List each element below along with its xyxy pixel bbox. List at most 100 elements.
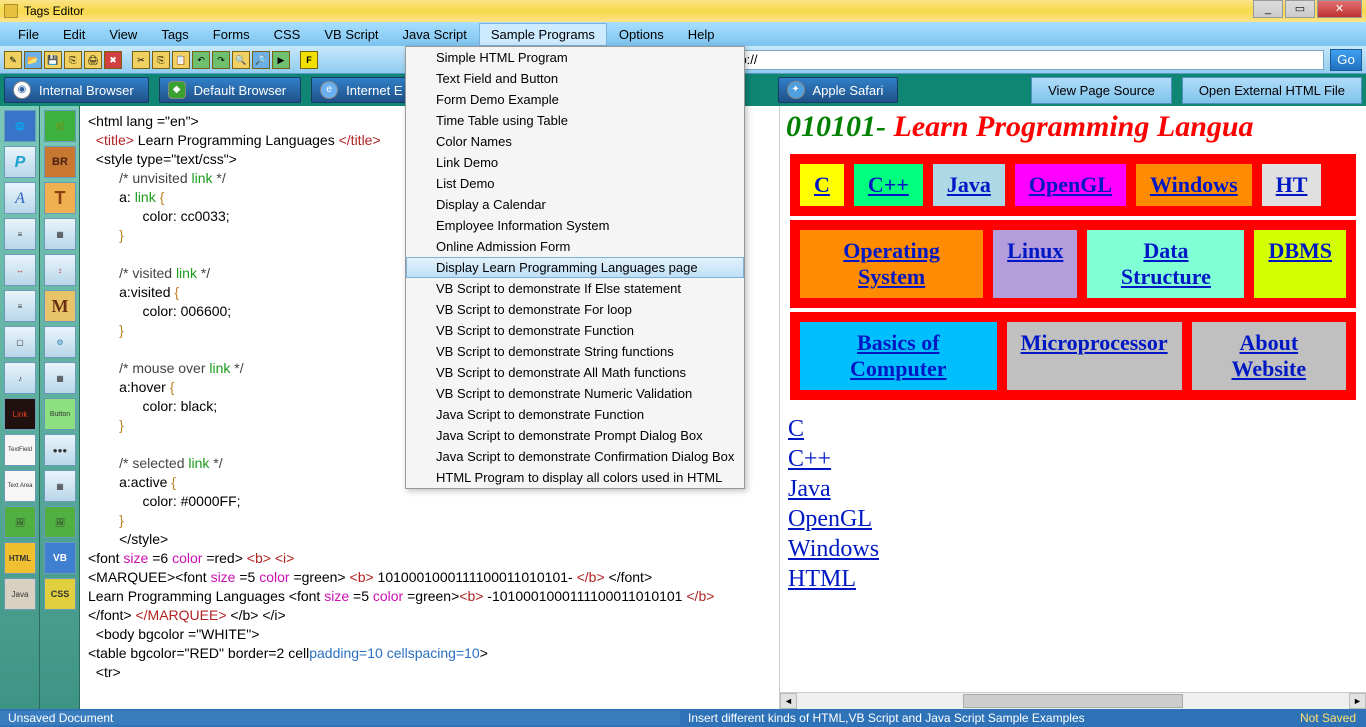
tab-internal-browser[interactable]: ◉Internal Browser [4, 77, 149, 103]
palette-button-icon[interactable]: Button [44, 398, 76, 430]
maximize-button[interactable]: ▭ [1285, 0, 1315, 18]
menuitem-java-script-to-demonstrate-function[interactable]: Java Script to demonstrate Function [406, 404, 744, 425]
tab-default-browser[interactable]: ◆Default Browser [159, 77, 301, 103]
menuitem-text-field-and-button[interactable]: Text Field and Button [406, 68, 744, 89]
palette--icon[interactable]: ⚙ [44, 326, 76, 358]
menuitem-employee-information-system[interactable]: Employee Information System [406, 215, 744, 236]
palette-link-icon[interactable]: Link [4, 398, 36, 430]
menuitem-vb-script-to-demonstrate-function[interactable]: VB Script to demonstrate Function [406, 320, 744, 341]
menuitem-display-learn-programming-languages-page[interactable]: Display Learn Programming Languages page [406, 257, 744, 278]
menuitem-time-table-using-table[interactable]: Time Table using Table [406, 110, 744, 131]
palette-a-icon[interactable]: A [4, 182, 36, 214]
font-icon[interactable]: F [300, 51, 318, 69]
palette--icon[interactable]: ↔ [4, 254, 36, 286]
menu-vb-script[interactable]: VB Script [312, 23, 390, 46]
menuitem-list-demo[interactable]: List Demo [406, 173, 744, 194]
menuitem-link-demo[interactable]: Link Demo [406, 152, 744, 173]
palette--icon[interactable]: ≡ [4, 218, 36, 250]
topic-ht[interactable]: HT [1262, 164, 1322, 206]
link-c[interactable]: C [788, 414, 1358, 444]
palette-html-icon[interactable]: HTML [4, 542, 36, 574]
menuitem-display-a-calendar[interactable]: Display a Calendar [406, 194, 744, 215]
scroll-left-icon[interactable]: ◄ [780, 693, 797, 709]
redo-icon[interactable]: ↷ [212, 51, 230, 69]
menuitem-simple-html-program[interactable]: Simple HTML Program [406, 47, 744, 68]
palette--icon[interactable]: ▢ [4, 326, 36, 358]
palette--icon[interactable]: ▦ [44, 218, 76, 250]
link-java[interactable]: Java [788, 474, 1358, 504]
topic-about-website[interactable]: About Website [1192, 322, 1346, 390]
menu-edit[interactable]: Edit [51, 23, 97, 46]
palette-textfield-icon[interactable]: TextField [4, 434, 36, 466]
topic-java[interactable]: Java [933, 164, 1005, 206]
topic-windows[interactable]: Windows [1136, 164, 1252, 206]
topic-basics-of-computer[interactable]: Basics of Computer [800, 322, 997, 390]
topic-c[interactable]: C [800, 164, 844, 206]
menuitem-vb-script-to-demonstrate-numeric-validat[interactable]: VB Script to demonstrate Numeric Validat… [406, 383, 744, 404]
address-input[interactable] [718, 50, 1324, 70]
menuitem-online-admission-form[interactable]: Online Admission Form [406, 236, 744, 257]
save-icon[interactable]: 💾 [44, 51, 62, 69]
palette--icon[interactable]: 🌐 [4, 110, 36, 142]
palette--icon[interactable]: 🌿 [44, 110, 76, 142]
delete-icon[interactable]: ✖ [104, 51, 122, 69]
menuitem-vb-script-to-demonstrate-string-function[interactable]: VB Script to demonstrate String function… [406, 341, 744, 362]
menuitem-vb-script-to-demonstrate-all-math-functi[interactable]: VB Script to demonstrate All Math functi… [406, 362, 744, 383]
new-icon[interactable]: ✎ [4, 51, 22, 69]
menuitem-vb-script-to-demonstrate-if-else-stateme[interactable]: VB Script to demonstrate If Else stateme… [406, 278, 744, 299]
saveall-icon[interactable]: ⎘ [64, 51, 82, 69]
palette-java-icon[interactable]: Java [4, 578, 36, 610]
view-page-source-button[interactable]: View Page Source [1031, 77, 1172, 104]
palette--icon[interactable]: ▦ [44, 362, 76, 394]
link-opengl[interactable]: OpenGL [788, 504, 1358, 534]
menuitem-color-names[interactable]: Color Names [406, 131, 744, 152]
link-c[interactable]: C++ [788, 444, 1358, 474]
close-button[interactable]: ✕ [1317, 0, 1362, 18]
menu-css[interactable]: CSS [262, 23, 313, 46]
palette-vb-icon[interactable]: VB [44, 542, 76, 574]
topic-microprocessor[interactable]: Microprocessor [1007, 322, 1182, 390]
palette-t-icon[interactable]: T [44, 182, 76, 214]
palette--icon[interactable]: ≡ [4, 290, 36, 322]
open-external-file-button[interactable]: Open External HTML File [1182, 77, 1362, 104]
horizontal-scrollbar[interactable]: ◄ ► [780, 692, 1366, 709]
menu-java-script[interactable]: Java Script [391, 23, 479, 46]
menuitem-form-demo-example[interactable]: Form Demo Example [406, 89, 744, 110]
zoom-icon[interactable]: 🔎 [252, 51, 270, 69]
link-windows[interactable]: Windows [788, 534, 1358, 564]
scroll-thumb[interactable] [963, 694, 1184, 708]
menuitem-java-script-to-demonstrate-confirmation-[interactable]: Java Script to demonstrate Confirmation … [406, 446, 744, 467]
tab-apple-safari[interactable]: ✦Apple Safari [778, 77, 899, 103]
topic-operating-system[interactable]: Operating System [800, 230, 983, 298]
palette--icon[interactable]: ↕ [44, 254, 76, 286]
palette-textarea-icon[interactable]: Text Area [4, 470, 36, 502]
palette--icon[interactable]: ♪ [4, 362, 36, 394]
palette--icon[interactable]: 🖼 [4, 506, 36, 538]
cut-icon[interactable]: ✂ [132, 51, 150, 69]
palette-css-icon[interactable]: CSS [44, 578, 76, 610]
copy-icon[interactable]: ⎘ [152, 51, 170, 69]
menu-forms[interactable]: Forms [201, 23, 262, 46]
tab-internet-explorer[interactable]: eInternet E [311, 77, 417, 103]
palette--icon[interactable]: 🖼 [44, 506, 76, 538]
menu-file[interactable]: File [6, 23, 51, 46]
menu-sample-programs[interactable]: Sample Programs [479, 23, 607, 46]
paste-icon[interactable]: 📋 [172, 51, 190, 69]
palette-br-icon[interactable]: BR [44, 146, 76, 178]
palette-m-icon[interactable]: M [44, 290, 76, 322]
menuitem-vb-script-to-demonstrate-for-loop[interactable]: VB Script to demonstrate For loop [406, 299, 744, 320]
scroll-track[interactable] [797, 693, 1349, 709]
topic-linux[interactable]: Linux [993, 230, 1077, 298]
print-icon[interactable]: 🖨 [84, 51, 102, 69]
go-button[interactable]: Go [1330, 49, 1362, 71]
topic-c-[interactable]: C++ [854, 164, 923, 206]
topic-data-structure[interactable]: Data Structure [1087, 230, 1244, 298]
palette--icon[interactable]: ▦ [44, 470, 76, 502]
palette--icon[interactable]: ●●● [44, 434, 76, 466]
topic-dbms[interactable]: DBMS [1254, 230, 1346, 298]
topic-opengl[interactable]: OpenGL [1015, 164, 1126, 206]
menuitem-html-program-to-display-all-colors-used-[interactable]: HTML Program to display all colors used … [406, 467, 744, 488]
find-icon[interactable]: 🔍 [232, 51, 250, 69]
minimize-button[interactable]: _ [1253, 0, 1283, 18]
scroll-right-icon[interactable]: ► [1349, 693, 1366, 709]
